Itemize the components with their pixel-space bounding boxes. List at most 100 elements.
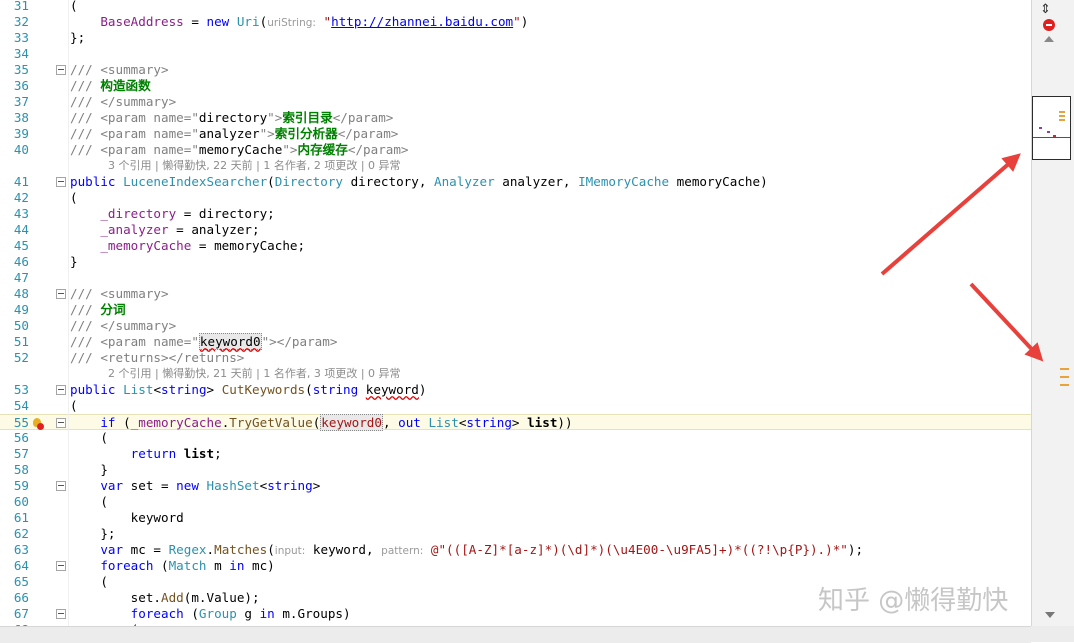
code-line[interactable]: 48/// <summary> — [0, 286, 1031, 302]
line-number: 45 — [13, 238, 29, 253]
line-number: 58 — [13, 462, 29, 477]
code-line[interactable]: 44 _analyzer = analyzer; — [0, 222, 1031, 238]
line-number: 54 — [13, 398, 29, 413]
code-line[interactable]: 35/// <summary> — [0, 62, 1031, 78]
line-number: 37 — [13, 94, 29, 109]
line-number: 41 — [13, 174, 29, 189]
line-number: 65 — [13, 574, 29, 589]
code-line[interactable]: 54( — [0, 398, 1031, 414]
line-number: 61 — [13, 510, 29, 525]
code-line[interactable]: 52/// <returns></returns> — [0, 350, 1031, 366]
code-line[interactable]: 33}; — [0, 30, 1031, 46]
line-number: 66 — [13, 590, 29, 605]
code-line[interactable]: 53 public List<string> CutKeywords(string… — [0, 382, 1031, 398]
collapse-toggle-icon[interactable] — [56, 561, 66, 571]
collapse-toggle-icon[interactable] — [56, 418, 66, 428]
scroll-marker — [1060, 368, 1069, 370]
code-lens-info[interactable]: 2 个引用 | 懒得勤快, 21 天前 | 1 名作者, 3 项更改 | 0 异… — [108, 366, 401, 382]
code-line[interactable]: 41 public LuceneIndexSearcher(Directory d… — [0, 174, 1031, 190]
line-number: 50 — [13, 318, 29, 333]
line-number: 39 — [13, 126, 29, 141]
line-number: 44 — [13, 222, 29, 237]
gutter-divider — [68, 0, 69, 626]
scroll-up-arrow-icon[interactable] — [1044, 36, 1054, 42]
code-line[interactable]: 49/// 分词 — [0, 302, 1031, 318]
line-number: 52 — [13, 350, 29, 365]
code-line[interactable]: 31( — [0, 0, 1031, 14]
code-line[interactable]: 47 — [0, 270, 1031, 286]
collapse-toggle-icon[interactable] — [56, 609, 66, 619]
scroll-marker — [1060, 384, 1069, 386]
line-number: 60 — [13, 494, 29, 509]
minimap-marker — [1059, 111, 1065, 113]
line-number: 51 — [13, 334, 29, 349]
code-line[interactable]: 64 foreach (Match m in mc) — [0, 558, 1031, 574]
code-line[interactable]: 63 var mc = Regex.Matches(input: keyword… — [0, 542, 1031, 558]
line-number: 38 — [13, 110, 29, 125]
line-number: 55 — [13, 415, 29, 430]
collapse-toggle-icon[interactable] — [56, 481, 66, 491]
line-number: 32 — [13, 14, 29, 29]
code-line[interactable]: 58 } — [0, 462, 1031, 478]
code-line[interactable]: 39/// <param name="analyzer">索引分析器</para… — [0, 126, 1031, 142]
line-number: 59 — [13, 478, 29, 493]
minimap-caret-line — [1033, 137, 1070, 138]
code-lens-info[interactable]: 3 个引用 | 懒得勤快, 22 天前 | 1 名作者, 2 项更改 | 0 异… — [108, 158, 401, 174]
code-line[interactable]: 50/// </summary> — [0, 318, 1031, 334]
line-number: 35 — [13, 62, 29, 77]
line-number: 42 — [13, 190, 29, 205]
line-number: 46 — [13, 254, 29, 269]
line-number: 43 — [13, 206, 29, 221]
collapse-toggle-icon[interactable] — [56, 289, 66, 299]
code-line[interactable]: 37/// </summary> — [0, 94, 1031, 110]
code-line[interactable]: 60 ( — [0, 494, 1031, 510]
minimap-marker — [1039, 127, 1042, 129]
code-line[interactable]: 45 _memoryCache = memoryCache; — [0, 238, 1031, 254]
split-window-icon[interactable]: ⇕ — [1040, 2, 1051, 17]
collapse-toggle-icon[interactable] — [56, 177, 66, 187]
code-line[interactable]: 32 BaseAddress = new Uri(uriString: "htt… — [0, 14, 1031, 30]
code-line[interactable]: 40/// <param name="memoryCache">内存缓存</pa… — [0, 142, 1031, 158]
scroll-down-arrow-icon[interactable] — [1045, 612, 1055, 618]
scrollbar-corner — [1031, 626, 1074, 642]
code-editor[interactable]: 31(32 BaseAddress = new Uri(uriString: "… — [0, 0, 1031, 626]
line-number: 31 — [13, 0, 29, 13]
watermark: 知乎 @懒得勤快 — [818, 586, 1009, 616]
scroll-marker — [1060, 376, 1069, 378]
error-marker-icon — [37, 423, 44, 430]
error-indicator-icon[interactable] — [1043, 19, 1055, 31]
code-line[interactable]: 51/// <param name="keyword0"></param> — [0, 333, 1031, 350]
code-line[interactable]: 34 — [0, 46, 1031, 62]
code-line[interactable]: 59 var set = new HashSet<string> — [0, 478, 1031, 494]
line-number: 49 — [13, 302, 29, 317]
minimap-marker — [1059, 119, 1065, 121]
code-line[interactable]: 56 ( — [0, 430, 1031, 446]
line-number: 64 — [13, 558, 29, 573]
code-line[interactable]: 61 keyword — [0, 510, 1031, 526]
code-line[interactable]: 57 return list; — [0, 446, 1031, 462]
minimap-marker — [1059, 115, 1065, 117]
line-number: 63 — [13, 542, 29, 557]
line-number: 53 — [13, 382, 29, 397]
code-line[interactable]: 55 if (_memoryCache.TryGetValue(keyword0… — [0, 414, 1031, 431]
line-number: 62 — [13, 526, 29, 541]
horizontal-scrollbar[interactable] — [0, 626, 1031, 643]
line-number: 33 — [13, 30, 29, 45]
code-line[interactable]: 42( — [0, 190, 1031, 206]
line-number: 47 — [13, 270, 29, 285]
scrollbar-map-preview[interactable] — [1032, 96, 1071, 160]
code-line[interactable]: 43 _directory = directory; — [0, 206, 1031, 222]
code-line[interactable]: 36/// 构造函数 — [0, 78, 1031, 94]
code-line[interactable]: 62 }; — [0, 526, 1031, 542]
code-line[interactable]: 38/// <param name="directory">索引目录</para… — [0, 110, 1031, 126]
vertical-scrollbar[interactable] — [1031, 0, 1074, 626]
line-number: 48 — [13, 286, 29, 301]
line-number: 40 — [13, 142, 29, 157]
collapse-toggle-icon[interactable] — [56, 65, 66, 75]
line-number: 57 — [13, 446, 29, 461]
line-number: 56 — [13, 430, 29, 445]
code-line[interactable]: 46} — [0, 254, 1031, 270]
line-number: 34 — [13, 46, 29, 61]
collapse-toggle-icon[interactable] — [56, 385, 66, 395]
line-number: 67 — [13, 606, 29, 621]
